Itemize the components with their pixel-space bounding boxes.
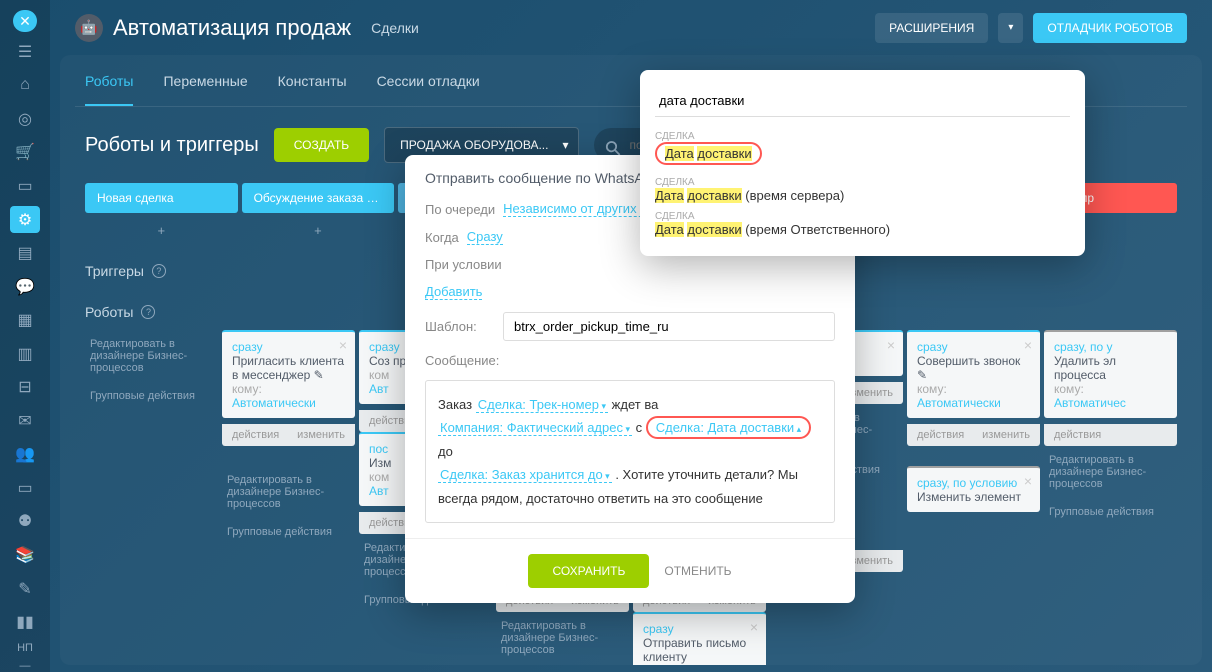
- template-label: Шаблон:: [425, 319, 495, 334]
- popup-option-delivery-date-server[interactable]: Дата доставки (время сервера): [655, 188, 1070, 203]
- info-icon[interactable]: ?: [141, 305, 155, 319]
- popup-option-delivery-date[interactable]: Дата доставки: [655, 142, 762, 165]
- popup-option-delivery-date-responsible[interactable]: Дата доставки (время Ответственного): [655, 222, 1070, 237]
- pencil-icon[interactable]: ✎: [10, 575, 40, 603]
- info-icon[interactable]: ?: [152, 264, 166, 278]
- popup-search-input[interactable]: [655, 85, 1070, 117]
- modal-title: Отправить сообщение по WhatsApp: [425, 170, 659, 186]
- filter-icon[interactable]: ☰: [10, 38, 40, 66]
- queue-label: По очереди: [425, 202, 495, 217]
- add-condition-link[interactable]: Добавить: [425, 284, 482, 300]
- left-sidebar: ✕ ☰ ⌂ ◎ 🛒 ▭ ⚙ ▤ 💬 ▦ ▥ ⊟ ✉ 👥 ▭ ⚉ 📚 ✎ ▮▮ Н…: [0, 0, 50, 672]
- robot-card[interactable]: × сразу Отправить письмо клиенту: [633, 612, 766, 665]
- field-picker-popup: СДЕЛКА Дата доставки СДЕЛКА Дата доставк…: [640, 70, 1085, 256]
- robot-footer: действияизменить: [222, 424, 355, 446]
- robot-card[interactable]: × сразу Пригласить клиента в мессенджер …: [222, 330, 355, 418]
- chat-icon[interactable]: 💬: [10, 273, 40, 301]
- save-button[interactable]: СОХРАНИТЬ: [528, 554, 649, 588]
- group-actions-link[interactable]: Групповые действия: [222, 518, 355, 546]
- page-title: Автоматизация продаж: [113, 15, 351, 41]
- page-icon[interactable]: ▥: [10, 340, 40, 368]
- debug-robots-button[interactable]: ОТЛАДЧИК РОБОТОВ: [1033, 13, 1187, 43]
- cancel-button[interactable]: ОТМЕНИТЬ: [664, 564, 731, 578]
- message-label: Сообщение:: [425, 353, 499, 368]
- book-icon[interactable]: 📚: [10, 541, 40, 569]
- home-icon[interactable]: ⌂: [10, 72, 40, 100]
- tab-robots[interactable]: Роботы: [85, 73, 133, 106]
- sidebar-text-np[interactable]: НП: [17, 642, 33, 654]
- robots-label: Роботы: [85, 304, 133, 320]
- edit-link[interactable]: изменить: [297, 429, 345, 441]
- drawer-icon[interactable]: ⊟: [10, 374, 40, 402]
- close-icon[interactable]: ×: [750, 619, 758, 635]
- message-textarea[interactable]: Заказ Сделка: Трек-номер ждет ва Компани…: [425, 380, 835, 523]
- condition-label: При условии: [425, 257, 502, 272]
- robot-card[interactable]: сразу, по у Удалить эл процесса кому: Ав…: [1044, 330, 1177, 418]
- doc-icon[interactable]: ▤: [10, 239, 40, 267]
- header: 🤖 Автоматизация продаж Сделки РАСШИРЕНИЯ…: [50, 0, 1212, 55]
- robot-card[interactable]: × сразу Совершить звонок ✎ кому: Автомат…: [907, 330, 1040, 418]
- stage-new-deal[interactable]: Новая сделка: [85, 183, 238, 213]
- mail-icon[interactable]: ✉: [10, 407, 40, 435]
- extensions-button[interactable]: РАСШИРЕНИЯ: [875, 13, 988, 43]
- box-icon[interactable]: ▭: [10, 172, 40, 200]
- edit-bp-link[interactable]: Редактировать в дизайнере Бизнес-процесс…: [222, 466, 355, 518]
- robot-icon[interactable]: ⚉: [10, 508, 40, 536]
- popup-category: СДЕЛКА: [655, 177, 1070, 188]
- calendar-icon[interactable]: ▦: [10, 306, 40, 334]
- when-label: Когда: [425, 230, 459, 245]
- cart-icon[interactable]: 🛒: [10, 139, 40, 167]
- chip-stored-until[interactable]: Сделка: Заказ хранится до: [438, 467, 612, 483]
- edit-bp-link[interactable]: Редактировать в дизайнере Бизнес-процесс…: [85, 330, 218, 382]
- people-icon[interactable]: 👥: [10, 441, 40, 469]
- chip-track-number[interactable]: Сделка: Трек-номер: [476, 397, 608, 413]
- tab-constants[interactable]: Константы: [278, 73, 347, 106]
- chart-icon[interactable]: ▮▮: [10, 608, 40, 636]
- section-title: Роботы и триггеры: [85, 134, 259, 157]
- card-icon[interactable]: ▭: [10, 474, 40, 502]
- stage-discussion[interactable]: Обсуждение заказа в ...: [242, 183, 395, 213]
- flow-icon[interactable]: ⚙: [10, 206, 40, 234]
- robot-who: Автоматически: [232, 396, 345, 410]
- add-stage-button[interactable]: +: [85, 218, 238, 243]
- robot-card[interactable]: × сразу, по условию Изменить элемент: [907, 466, 1040, 512]
- group-actions-link[interactable]: Групповые действия: [85, 382, 218, 410]
- popup-category: СДЕЛКА: [655, 131, 1070, 142]
- robot-head-icon: 🤖: [75, 14, 103, 42]
- robot-to: кому:: [232, 382, 345, 396]
- tab-debug-sessions[interactable]: Сессии отладки: [377, 73, 480, 106]
- page-subtitle[interactable]: Сделки: [371, 20, 419, 36]
- popup-category: СДЕЛКА: [655, 211, 1070, 222]
- close-icon[interactable]: ×: [339, 337, 347, 353]
- robot-title: Пригласить клиента в мессенджер ✎: [232, 354, 345, 382]
- add-stage-button[interactable]: +: [242, 218, 395, 243]
- extensions-caret-button[interactable]: ▾: [998, 13, 1023, 43]
- chip-company-address[interactable]: Компания: Фактический адрес: [438, 420, 632, 436]
- when-value[interactable]: Сразу: [467, 229, 503, 245]
- tab-variables[interactable]: Переменные: [163, 73, 247, 106]
- close-icon[interactable]: ✕: [13, 10, 37, 32]
- target-icon[interactable]: ◎: [10, 105, 40, 133]
- template-input[interactable]: [503, 312, 835, 341]
- chip-delivery-date[interactable]: Сделка: Дата доставки: [646, 416, 811, 439]
- create-button[interactable]: СОЗДАТЬ: [274, 128, 369, 162]
- sidebar-text-dash[interactable]: —: [20, 660, 31, 672]
- robot-trigger: сразу: [232, 340, 345, 354]
- triggers-label: Триггеры: [85, 263, 144, 279]
